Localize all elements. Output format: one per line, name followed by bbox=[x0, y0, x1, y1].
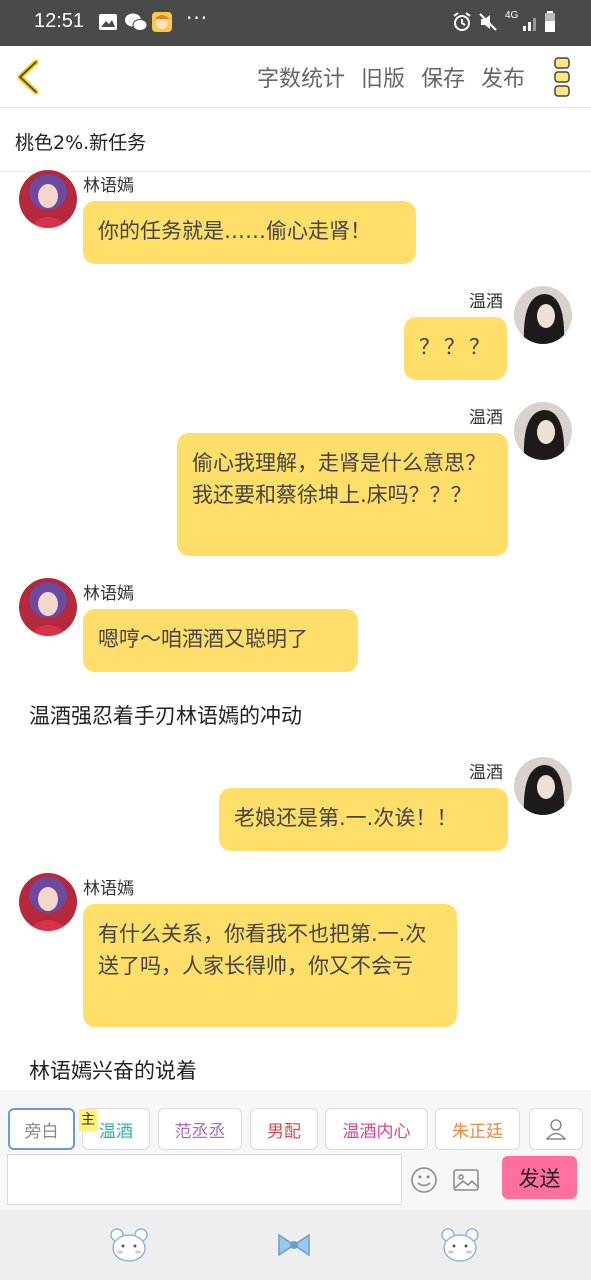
role-male-support[interactable]: 男配 bbox=[250, 1108, 318, 1150]
role-label: 温酒 bbox=[99, 1121, 133, 1142]
message-bubble[interactable]: ？？？ bbox=[404, 317, 507, 380]
gallery-icon bbox=[99, 14, 117, 30]
sender-name: 温酒 bbox=[469, 408, 503, 428]
message-bubble[interactable]: 嗯哼～咱酒酒又聪明了 bbox=[83, 609, 358, 672]
image-icon[interactable] bbox=[452, 1166, 480, 1194]
avatar-linyuyan[interactable] bbox=[19, 578, 77, 636]
send-button[interactable]: 发送 bbox=[502, 1156, 577, 1199]
more-menu-icon[interactable] bbox=[551, 56, 573, 98]
sender-name: 林语嫣 bbox=[83, 879, 134, 899]
bow-icon[interactable] bbox=[276, 1230, 312, 1260]
narration-text[interactable]: 温酒强忍着手刃林语嫣的冲动 bbox=[29, 700, 302, 730]
role-label: 范丞丞 bbox=[174, 1121, 226, 1142]
editor-toolbar: 字数统计 旧版 保存 发布 bbox=[0, 46, 591, 108]
bear-sticker-icon[interactable] bbox=[109, 1226, 149, 1264]
role-narrator[interactable]: 旁白 bbox=[8, 1108, 75, 1150]
mute-icon bbox=[479, 13, 497, 31]
sender-name: 温酒 bbox=[469, 763, 503, 783]
role-wenjiu-inner[interactable]: 温酒内心 bbox=[325, 1108, 428, 1150]
role-fanchengcheng[interactable]: 范丞丞 bbox=[158, 1108, 242, 1150]
person-icon bbox=[545, 1119, 567, 1140]
avatar-linyuyan[interactable] bbox=[19, 873, 77, 931]
sender-name: 林语嫣 bbox=[83, 584, 134, 604]
message-bubble[interactable]: 偷心我理解，走肾是什么意思？我还要和蔡徐坤上.床吗？？？ bbox=[177, 433, 508, 556]
back-arrow-icon[interactable] bbox=[10, 56, 46, 98]
publish-button[interactable]: 发布 bbox=[481, 61, 525, 93]
role-zhuzhengting[interactable]: 朱正廷 bbox=[435, 1108, 520, 1150]
story-title[interactable]: 桃色2%.新任务 bbox=[15, 128, 146, 155]
status-bar: 12:51 ··· 4G bbox=[0, 0, 591, 46]
avatar-wenjiu[interactable] bbox=[514, 402, 572, 460]
avatar-wenjiu[interactable] bbox=[514, 757, 572, 815]
status-time: 12:51 bbox=[34, 10, 85, 32]
story-title-bar: 桃色2%.新任务 bbox=[0, 108, 591, 172]
battery-icon bbox=[545, 11, 555, 32]
narration-text[interactable]: 林语嫣兴奋的说着 bbox=[29, 1055, 197, 1085]
bear-sticker-icon[interactable] bbox=[440, 1226, 480, 1264]
wechat-icon bbox=[125, 13, 148, 31]
save-button[interactable]: 保存 bbox=[421, 61, 465, 93]
network-label: 4G bbox=[505, 10, 519, 21]
sender-name: 温酒 bbox=[469, 292, 503, 312]
status-more-dots: ··· bbox=[186, 6, 209, 30]
input-row: 发送 bbox=[0, 1152, 591, 1210]
bottom-nav bbox=[0, 1210, 591, 1280]
role-label: 男配 bbox=[267, 1121, 301, 1142]
signal-icon bbox=[523, 18, 536, 31]
message-bubble[interactable]: 你的任务就是……偷心走肾！ bbox=[83, 201, 416, 264]
old-version-button[interactable]: 旧版 bbox=[361, 61, 405, 93]
sender-name: 林语嫣 bbox=[83, 176, 134, 196]
avatar-linyuyan[interactable] bbox=[19, 170, 77, 228]
avatar-wenjiu[interactable] bbox=[514, 286, 572, 344]
alarm-icon bbox=[453, 12, 471, 31]
message-bubble[interactable]: 老娘还是第.一.次诶！！ bbox=[219, 788, 508, 851]
main-role-tag: 主 bbox=[79, 1109, 97, 1131]
message-bubble[interactable]: 有什么关系，你看我不也把第.一.次送了吗，人家长得帅，你又不会亏 bbox=[83, 904, 457, 1027]
word-count-button[interactable]: 字数统计 bbox=[257, 61, 345, 93]
app-notification-icon bbox=[152, 12, 172, 32]
role-label: 温酒内心 bbox=[342, 1121, 411, 1142]
toolbar-actions: 字数统计 旧版 保存 发布 bbox=[257, 61, 525, 93]
message-input[interactable] bbox=[7, 1154, 402, 1205]
role-label: 朱正廷 bbox=[452, 1121, 503, 1142]
manage-roles-button[interactable] bbox=[529, 1108, 583, 1150]
emoji-icon[interactable] bbox=[410, 1166, 438, 1194]
role-label: 旁白 bbox=[24, 1121, 59, 1142]
